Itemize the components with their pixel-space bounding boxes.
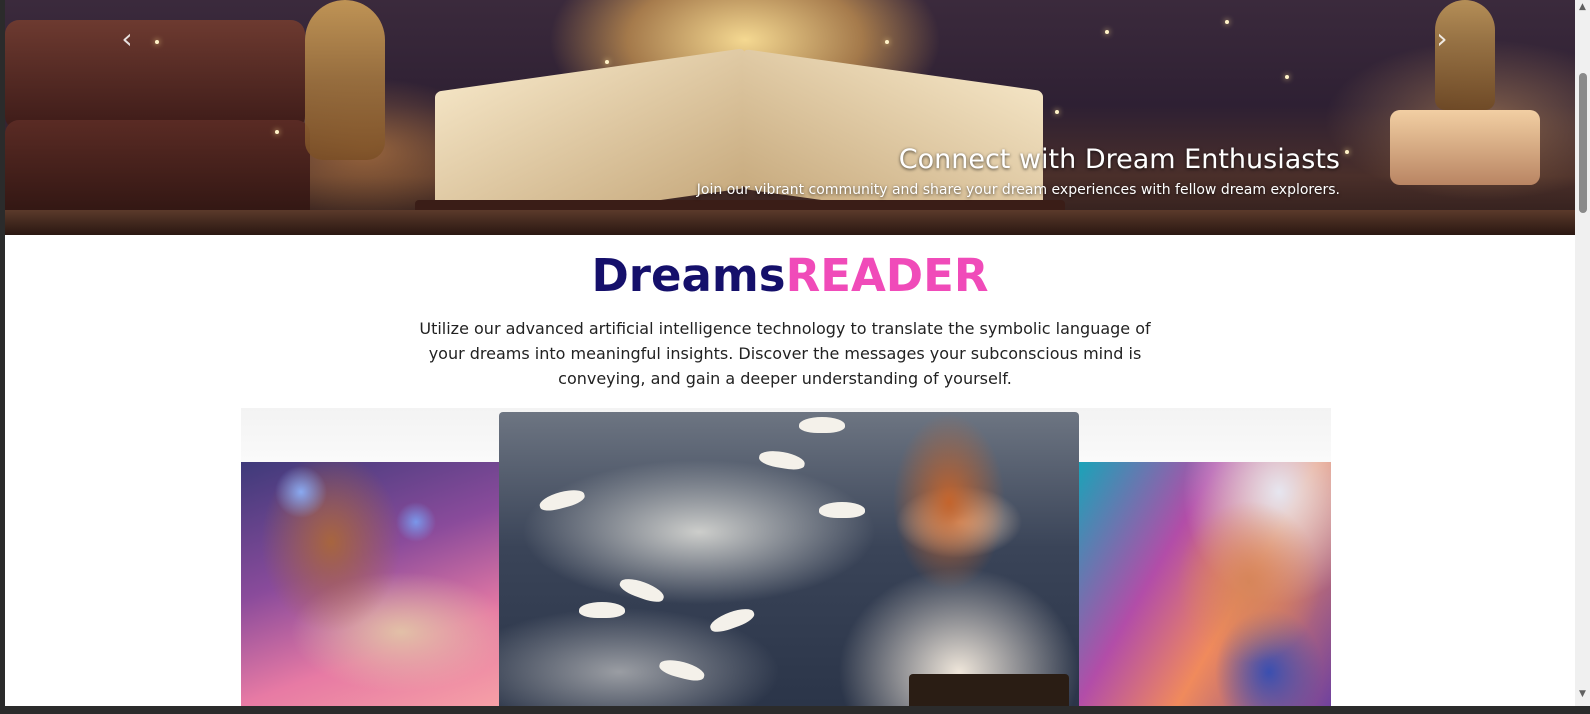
carousel-next-icon[interactable]: › — [1427, 24, 1457, 54]
carousel-caption-title: Connect with Dream Enthusiasts — [898, 144, 1340, 175]
hero-image-lamp-right — [1435, 0, 1495, 110]
sparkle — [1105, 30, 1109, 34]
scroll-thumb[interactable] — [1579, 73, 1587, 213]
dove-shape — [657, 656, 707, 684]
scroll-up-icon[interactable]: ▲ — [1575, 0, 1590, 15]
sparkle — [275, 130, 279, 134]
brand-part-dreams: Dreams — [591, 249, 786, 302]
hero-image-books — [5, 20, 305, 130]
sparkle — [155, 40, 159, 44]
scroll-down-icon[interactable]: ▼ — [1575, 687, 1590, 702]
page-scrollbar[interactable]: ▲ ▼ — [1575, 0, 1590, 714]
hero-image-pages-stack — [1390, 110, 1540, 185]
dove-shape — [617, 574, 667, 606]
hero-image-lamp-left — [305, 0, 385, 160]
sparkle — [885, 40, 889, 44]
brand-logo-text: DreamsREADER — [5, 246, 1575, 306]
sparkle — [1345, 150, 1349, 154]
dove-shape — [579, 602, 625, 618]
woman-reading-with-doves-image — [499, 412, 1079, 714]
brand-part-reader: READER — [785, 249, 989, 302]
hero-image-table — [5, 210, 1575, 235]
dove-shape — [537, 486, 587, 514]
sparkle — [1225, 20, 1229, 24]
dove-shape — [819, 502, 865, 518]
dreaming-man-image — [1079, 462, 1331, 714]
dreaming-woman-image — [241, 462, 499, 714]
dove-shape — [707, 604, 757, 636]
dove-shape — [799, 417, 845, 433]
page-viewport: ‹ › Connect with Dream Enthusiasts Join … — [5, 0, 1575, 714]
sparkle — [1285, 75, 1289, 79]
intro-paragraph: Utilize our advanced artificial intellig… — [419, 319, 1151, 388]
window-frame-bottom — [0, 706, 1590, 714]
sparkle — [605, 60, 609, 64]
carousel-prev-icon[interactable]: ‹ — [112, 24, 142, 54]
sparkle — [1055, 110, 1059, 114]
carousel-caption-text: Join our vibrant community and share you… — [696, 182, 1340, 198]
carousel-caption: Connect with Dream Enthusiasts Join our … — [697, 143, 1340, 199]
dove-shape — [757, 448, 807, 472]
hero-carousel: ‹ › Connect with Dream Enthusiasts Join … — [5, 0, 1575, 235]
